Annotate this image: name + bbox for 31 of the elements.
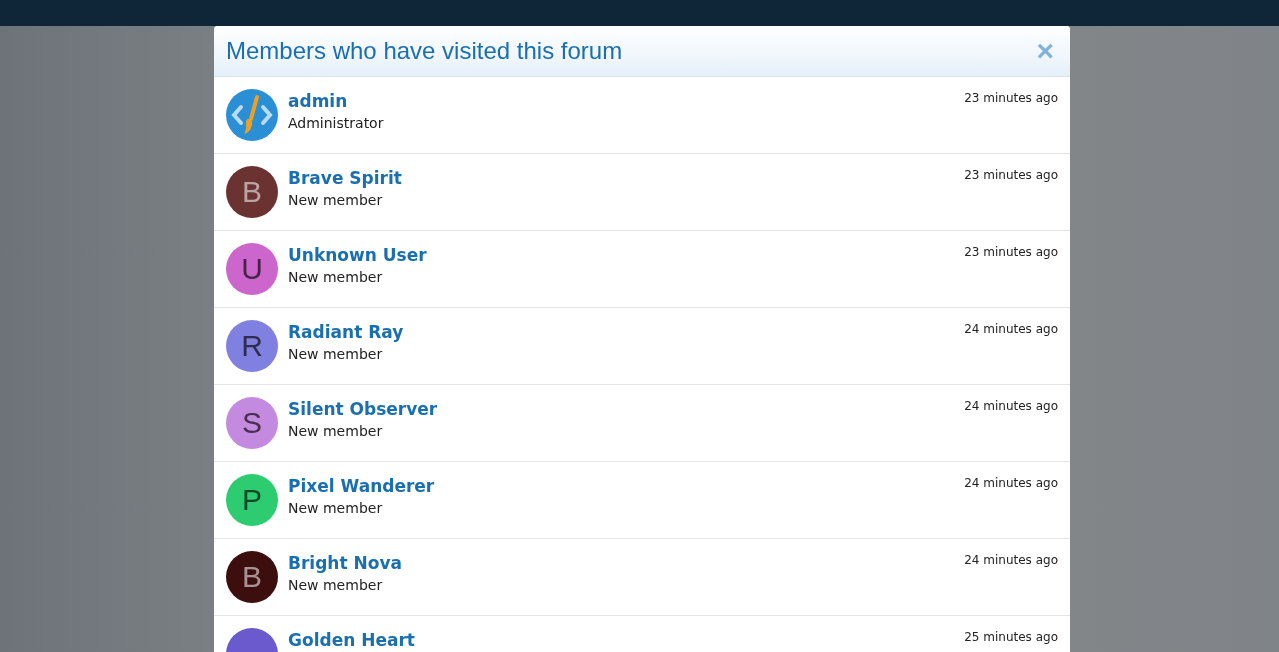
member-name-link[interactable]: Bright Nova <box>288 552 402 574</box>
member-role: New member <box>288 576 383 595</box>
member-name-link[interactable]: Golden Heart <box>288 629 415 651</box>
visit-time: 25 minutes ago <box>964 630 1058 644</box>
letter-avatar[interactable]: R <box>226 320 278 372</box>
visit-time: 23 minutes ago <box>964 91 1058 105</box>
visit-time: 24 minutes ago <box>964 476 1058 490</box>
visit-time: 24 minutes ago <box>964 553 1058 567</box>
member-role: New member <box>288 268 383 287</box>
member-role: New member <box>288 499 383 518</box>
member-role: New member <box>288 345 383 364</box>
member-name-link[interactable]: admin <box>288 90 348 112</box>
letter-avatar[interactable]: U <box>226 243 278 295</box>
dialog-title: Members who have visited this forum <box>226 37 623 65</box>
letter-avatar[interactable]: P <box>226 474 278 526</box>
visit-time: 24 minutes ago <box>964 322 1058 336</box>
visit-time: 23 minutes ago <box>964 168 1058 182</box>
member-role: New member <box>288 422 383 441</box>
member-name-link[interactable]: Pixel Wanderer <box>288 475 435 497</box>
visit-time: 23 minutes ago <box>964 245 1058 259</box>
visit-time: 24 minutes ago <box>964 399 1058 413</box>
member-name-link[interactable]: Unknown User <box>288 244 427 266</box>
member-role: Administrator <box>288 114 384 133</box>
letter-avatar[interactable]: B <box>226 166 278 218</box>
logo-avatar-icon[interactable] <box>226 89 278 141</box>
member-name-link[interactable]: Silent Observer <box>288 398 438 420</box>
member-name-link[interactable]: Brave Spirit <box>288 167 402 189</box>
member-role: New member <box>288 191 383 210</box>
member-name-link[interactable]: Radiant Ray <box>288 321 404 343</box>
letter-avatar[interactable]: B <box>226 551 278 603</box>
letter-avatar[interactable]: S <box>226 397 278 449</box>
